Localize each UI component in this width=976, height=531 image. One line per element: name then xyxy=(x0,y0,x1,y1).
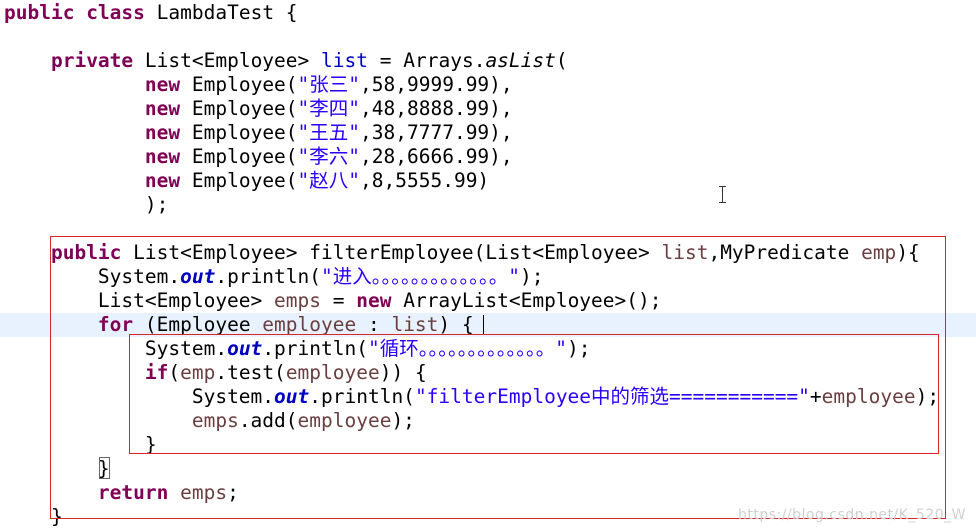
string-literal: "李六" xyxy=(297,145,361,168)
keyword: new xyxy=(144,97,181,120)
code-line-3: private List<Employee> list = Arrays.asL… xyxy=(4,49,568,73)
string-literal: "张三" xyxy=(297,73,361,96)
code-text: Arrays. xyxy=(403,49,486,72)
code-text: Employee( xyxy=(191,169,298,192)
string-literal: "李四" xyxy=(297,97,361,120)
field-name: list xyxy=(321,49,368,72)
code-line-7: new Employee("李六",28,6666.99), xyxy=(4,145,513,169)
code-text: Employee( xyxy=(191,145,298,168)
code-line-5: new Employee("李四",48,8888.99), xyxy=(4,97,513,121)
code-line-6: new Employee("王五",38,7777.99), xyxy=(4,121,513,145)
code-line-1: public class LambdaTest { xyxy=(4,1,298,25)
keyword: private xyxy=(50,49,134,72)
code-text: ,38,7777.99), xyxy=(360,121,513,144)
code-line-4: new Employee("张三",58,9999.99), xyxy=(4,73,513,97)
code-text: = xyxy=(379,49,392,72)
code-text: ( xyxy=(555,49,568,72)
loop-body-highlight-box xyxy=(129,334,939,454)
code-text: Employee( xyxy=(191,97,298,120)
watermark: https://blog.csdn.net/K_520_W xyxy=(738,507,966,523)
code-line-8: new Employee("赵八",8,5555.99) xyxy=(4,169,489,193)
string-literal: "王五" xyxy=(297,121,361,144)
keyword: new xyxy=(144,169,181,192)
string-literal: "赵八" xyxy=(297,169,361,192)
code-text: ); xyxy=(144,193,169,216)
code-text: ,8,5555.99) xyxy=(360,169,490,192)
code-text: ,28,6666.99), xyxy=(360,145,513,168)
keyword: class xyxy=(86,1,145,24)
keyword: new xyxy=(144,73,181,96)
code-text: Employee( xyxy=(191,73,298,96)
keyword: new xyxy=(144,145,181,168)
ibeam-cursor-icon xyxy=(718,186,727,203)
code-text: ,58,9999.99), xyxy=(360,73,513,96)
keyword: new xyxy=(144,121,181,144)
code-text: ,48,8888.99), xyxy=(360,97,513,120)
keyword: public xyxy=(4,1,75,24)
code-text: Employee( xyxy=(191,121,298,144)
code-line-9: ); xyxy=(4,193,168,217)
code-editor[interactable]: public class LambdaTest { private List<E… xyxy=(0,0,976,531)
code-text: List<Employee> xyxy=(144,49,310,72)
static-method: asList xyxy=(485,49,556,72)
code-text: LambdaTest { xyxy=(156,1,298,24)
